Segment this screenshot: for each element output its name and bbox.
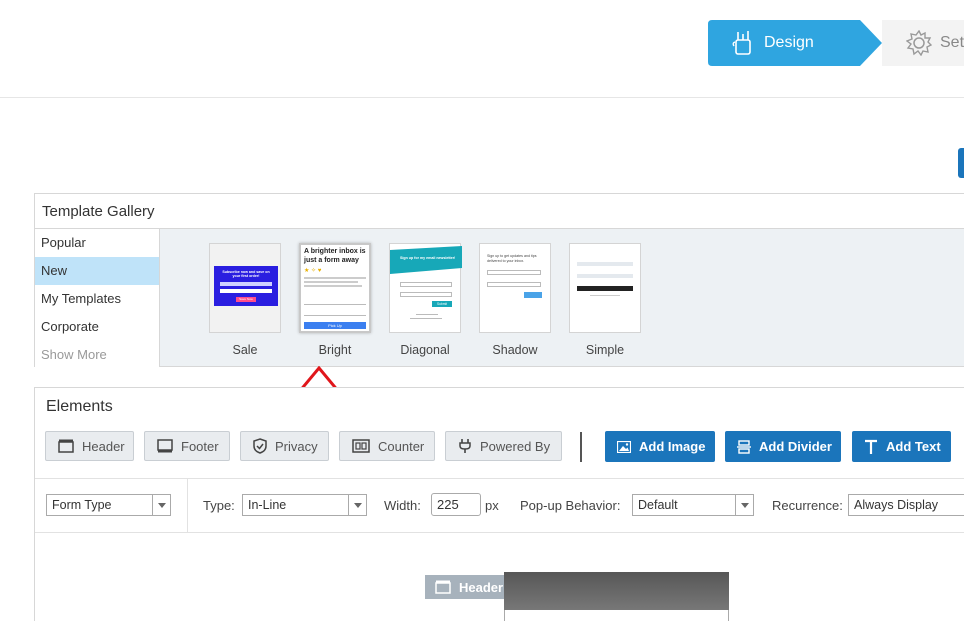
text-icon — [865, 439, 877, 454]
bright-preview-title: A brighter inbox is just a form away — [304, 248, 366, 264]
recurrence-select[interactable]: Always Display — [848, 494, 964, 516]
top-bar: Design Set — [0, 0, 964, 98]
category-my-templates[interactable]: My Templates — [35, 285, 159, 313]
step-design[interactable]: Design — [708, 20, 882, 66]
chevron-down-icon — [152, 495, 170, 515]
form-type-select[interactable]: Form Type — [46, 494, 171, 516]
form-canvas-body — [504, 610, 729, 621]
shadow-preview-title: Sign up to get updates and tips delivere… — [487, 254, 537, 263]
recurrence-label: Recurrence: — [772, 498, 843, 513]
canvas-header-label: Header — [459, 579, 504, 595]
gallery-body: Popular New My Templates Corporate Show … — [35, 229, 964, 367]
template-diagonal[interactable]: Sign up for my email newsletter! Submit — [389, 243, 462, 333]
elements-panel: Elements Header Footer Privacy Counter P… — [34, 387, 964, 621]
sale-preview-title: Subscribe now and save on your first ord… — [222, 270, 270, 278]
counter-button[interactable]: Counter — [339, 431, 435, 461]
toolbar-divider — [580, 432, 582, 462]
width-label: Width: — [384, 498, 421, 513]
header-icon — [58, 439, 74, 453]
step-setup[interactable]: Set — [882, 20, 964, 66]
bright-preview-button: Pick Up — [304, 322, 366, 329]
category-corporate[interactable]: Corporate — [35, 313, 159, 341]
category-list: Popular New My Templates Corporate Show … — [35, 229, 160, 367]
counter-icon — [352, 439, 370, 453]
add-image-button[interactable]: Add Image — [605, 431, 715, 462]
template-label-bright: Bright — [318, 343, 352, 357]
options-divider — [187, 479, 188, 533]
form-type-value: Form Type — [52, 498, 112, 512]
width-unit: px — [485, 498, 499, 513]
plug-icon — [459, 439, 471, 453]
template-label-shadow: Shadow — [492, 343, 538, 357]
category-new[interactable]: New — [35, 257, 159, 285]
add-divider-button[interactable]: Add Divider — [725, 431, 841, 462]
footer-button-label: Footer — [181, 438, 219, 454]
template-simple[interactable] — [569, 243, 641, 333]
step-setup-label: Set — [940, 34, 964, 51]
canvas-header-tag[interactable]: Header — [425, 575, 505, 599]
diagonal-preview-button: Submit — [432, 301, 452, 307]
type-select[interactable]: In-Line — [242, 494, 367, 516]
popup-behavior-select[interactable]: Default — [632, 494, 754, 516]
template-shadow[interactable]: Sign up to get updates and tips delivere… — [479, 243, 551, 333]
divider-icon — [737, 439, 751, 454]
form-canvas-preview[interactable] — [504, 572, 729, 621]
footer-button[interactable]: Footer — [144, 431, 230, 461]
template-label-simple: Simple — [585, 343, 625, 357]
category-popular[interactable]: Popular — [35, 229, 159, 257]
diagonal-preview-title: Sign up for my email newsletter! — [400, 256, 456, 260]
add-text-button[interactable]: Add Text — [852, 431, 951, 462]
type-value: In-Line — [248, 498, 287, 512]
header-icon — [435, 580, 451, 594]
popup-behavior-label: Pop-up Behavior: — [520, 498, 621, 513]
sale-preview-button: Save Now — [236, 297, 256, 302]
chevron-down-icon — [348, 495, 366, 515]
powered-by-button[interactable]: Powered By — [445, 431, 562, 461]
privacy-button[interactable]: Privacy — [240, 431, 329, 461]
powered-by-button-label: Powered By — [480, 438, 551, 454]
width-input[interactable]: 225 — [431, 493, 481, 516]
add-divider-label: Add Divider — [759, 439, 832, 454]
show-more-link[interactable]: Show More — [35, 341, 159, 369]
image-icon — [617, 440, 631, 453]
template-sale[interactable]: Subscribe now and save on your first ord… — [209, 243, 281, 333]
template-label-sale: Sale — [232, 343, 258, 357]
counter-button-label: Counter — [378, 438, 425, 454]
edge-button[interactable] — [958, 148, 964, 178]
header-button[interactable]: Header — [45, 431, 134, 461]
paint-cup-icon — [732, 31, 751, 55]
chevron-down-icon — [735, 495, 753, 515]
form-options-row: Form Type Type: In-Line Width: 225 px Po… — [35, 478, 964, 533]
template-gallery: Template Gallery Popular New My Template… — [34, 193, 964, 367]
privacy-button-label: Privacy — [275, 438, 318, 454]
sale-preview: Subscribe now and save on your first ord… — [214, 266, 278, 306]
elements-title: Elements — [46, 398, 113, 415]
add-image-label: Add Image — [639, 439, 706, 454]
type-label: Type: — [203, 498, 235, 513]
add-text-label: Add Text — [886, 439, 941, 454]
gallery-title: Template Gallery — [35, 194, 964, 229]
shield-check-icon — [253, 438, 267, 454]
recurrence-value: Always Display — [854, 498, 939, 512]
template-label-diagonal: Diagonal — [400, 343, 450, 357]
popup-behavior-value: Default — [638, 498, 678, 512]
template-bright[interactable]: A brighter inbox is just a form away ★ ✧… — [299, 243, 371, 333]
step-design-label: Design — [764, 34, 814, 51]
header-button-label: Header — [82, 438, 125, 454]
footer-icon — [157, 439, 173, 453]
gear-icon — [906, 30, 932, 56]
